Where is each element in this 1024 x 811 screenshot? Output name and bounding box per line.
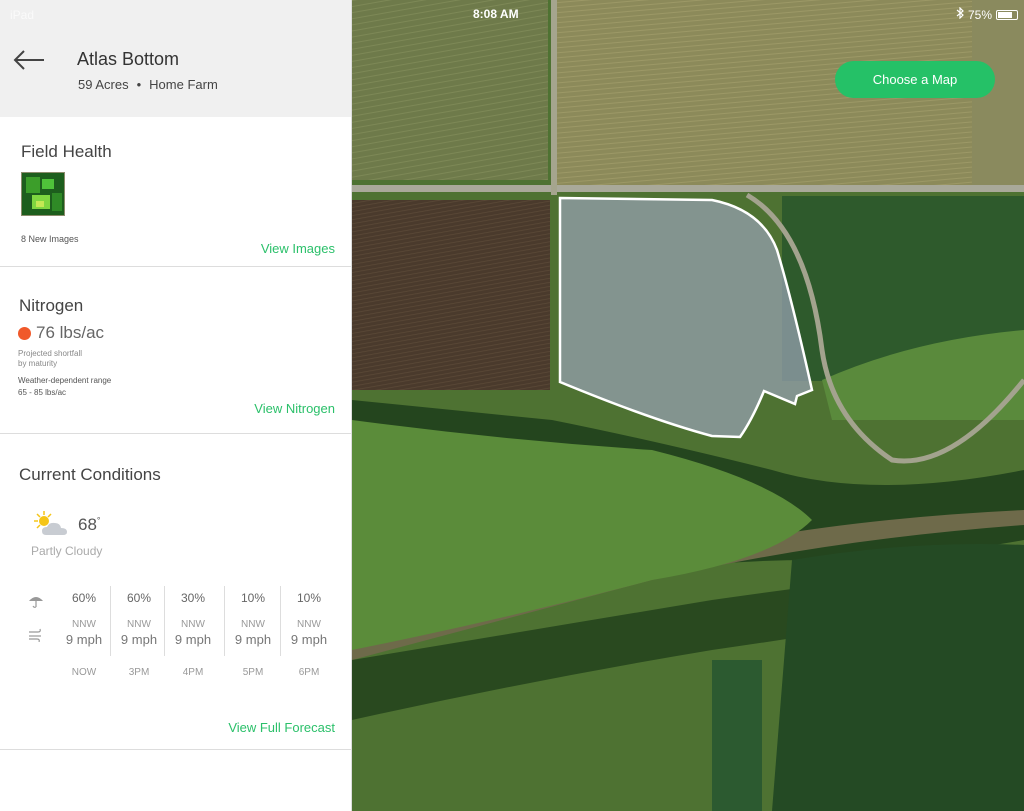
map-imagery (352, 0, 1024, 811)
device-label: iPad (10, 8, 35, 22)
forecast-time: NOW (71, 667, 97, 678)
temperature: 68° (78, 515, 101, 535)
nitrogen-value: 76 lbs/ac (36, 323, 105, 342)
view-nitrogen-link[interactable]: View Nitrogen (254, 401, 335, 416)
conditions-section: Current Conditions 68° Partly Cloudy 60%… (0, 434, 351, 750)
forecast-divider (224, 586, 225, 656)
partly-cloudy-icon (32, 509, 72, 544)
battery-percent: 75% (967, 7, 992, 22)
temperature-value: 68 (78, 515, 97, 534)
wind-speed: 9 mph (174, 632, 212, 647)
bluetooth-icon (956, 6, 964, 22)
wind-speed: 9 mph (65, 632, 103, 647)
field-meta: 59 Acres • Home Farm (78, 77, 218, 92)
field-acres: 59 Acres (78, 77, 129, 92)
satellite-map[interactable] (352, 0, 1024, 811)
wind-direction: NNW (241, 619, 265, 630)
wind-speed: 9 mph (290, 632, 328, 647)
wind-direction: NNW (297, 619, 321, 630)
wind-direction: NNW (72, 619, 96, 630)
wind-speed: 9 mph (120, 632, 158, 647)
clock: 8:08 AM (473, 7, 519, 21)
forecast-column: 30% NNW 9 mph 4PM (166, 591, 220, 678)
choose-map-button[interactable]: Choose a Map (835, 61, 995, 98)
back-arrow-icon[interactable] (12, 48, 46, 72)
forecast-column: 60% NNW 9 mph 3PM (112, 591, 166, 678)
precip-chance: 10% (296, 591, 322, 605)
wind-icon (28, 628, 44, 647)
shortfall-label-2: by maturity (18, 359, 58, 368)
precip-chance: 60% (71, 591, 97, 605)
range-value: 65 - 85 lbs/ac (18, 388, 67, 397)
separator-dot: • (136, 77, 142, 92)
degree-sign: ° (96, 515, 101, 526)
field-health-title: Field Health (21, 142, 112, 161)
forecast-column: 60% NNW 9 mph NOW (57, 591, 111, 678)
range-label: Weather-dependent range (18, 376, 112, 385)
forecast-divider (110, 586, 111, 656)
precip-chance: 60% (126, 591, 152, 605)
forecast-divider (280, 586, 281, 656)
view-images-link[interactable]: View Images (261, 241, 335, 256)
forecast-time: 6PM (298, 667, 320, 678)
forecast-column: 10% NNW 9 mph 6PM (282, 591, 336, 678)
umbrella-icon (28, 593, 44, 614)
battery-level (998, 11, 1012, 18)
forecast-column: 10% NNW 9 mph 5PM (226, 591, 280, 678)
forecast-divider (164, 586, 165, 656)
field-title: Atlas Bottom (77, 49, 180, 69)
precip-chance: 30% (180, 591, 206, 605)
farm-name: Home Farm (149, 77, 218, 92)
wind-direction: NNW (181, 619, 205, 630)
forecast-time: 3PM (128, 667, 150, 678)
battery-icon (996, 9, 1018, 20)
forecast-time: 5PM (242, 667, 264, 678)
shortfall-label-1: Projected shortfall (18, 349, 83, 358)
nitrogen-status-dot (18, 327, 31, 340)
forecast-time: 4PM (182, 667, 204, 678)
conditions-title: Current Conditions (19, 465, 161, 484)
field-health-section: Field Health 8 New Images View Images (0, 117, 351, 267)
wind-direction: NNW (127, 619, 151, 630)
status-bar: iPad 8:08 AM 75% (0, 0, 1024, 28)
precip-chance: 10% (240, 591, 266, 605)
new-images-count: 8 New Images (21, 234, 79, 244)
view-full-forecast-link[interactable]: View Full Forecast (228, 720, 335, 735)
field-sidebar: Atlas Bottom 59 Acres • Home Farm Field He… (0, 0, 352, 811)
wind-speed: 9 mph (234, 632, 272, 647)
condition-summary: Partly Cloudy (31, 544, 103, 558)
nitrogen-title: Nitrogen (19, 296, 84, 315)
nitrogen-section: Nitrogen 76 lbs/ac Projected shortfall b… (0, 267, 351, 434)
field-health-thumbnail[interactable] (21, 172, 65, 216)
status-right: 75% (956, 6, 1018, 22)
